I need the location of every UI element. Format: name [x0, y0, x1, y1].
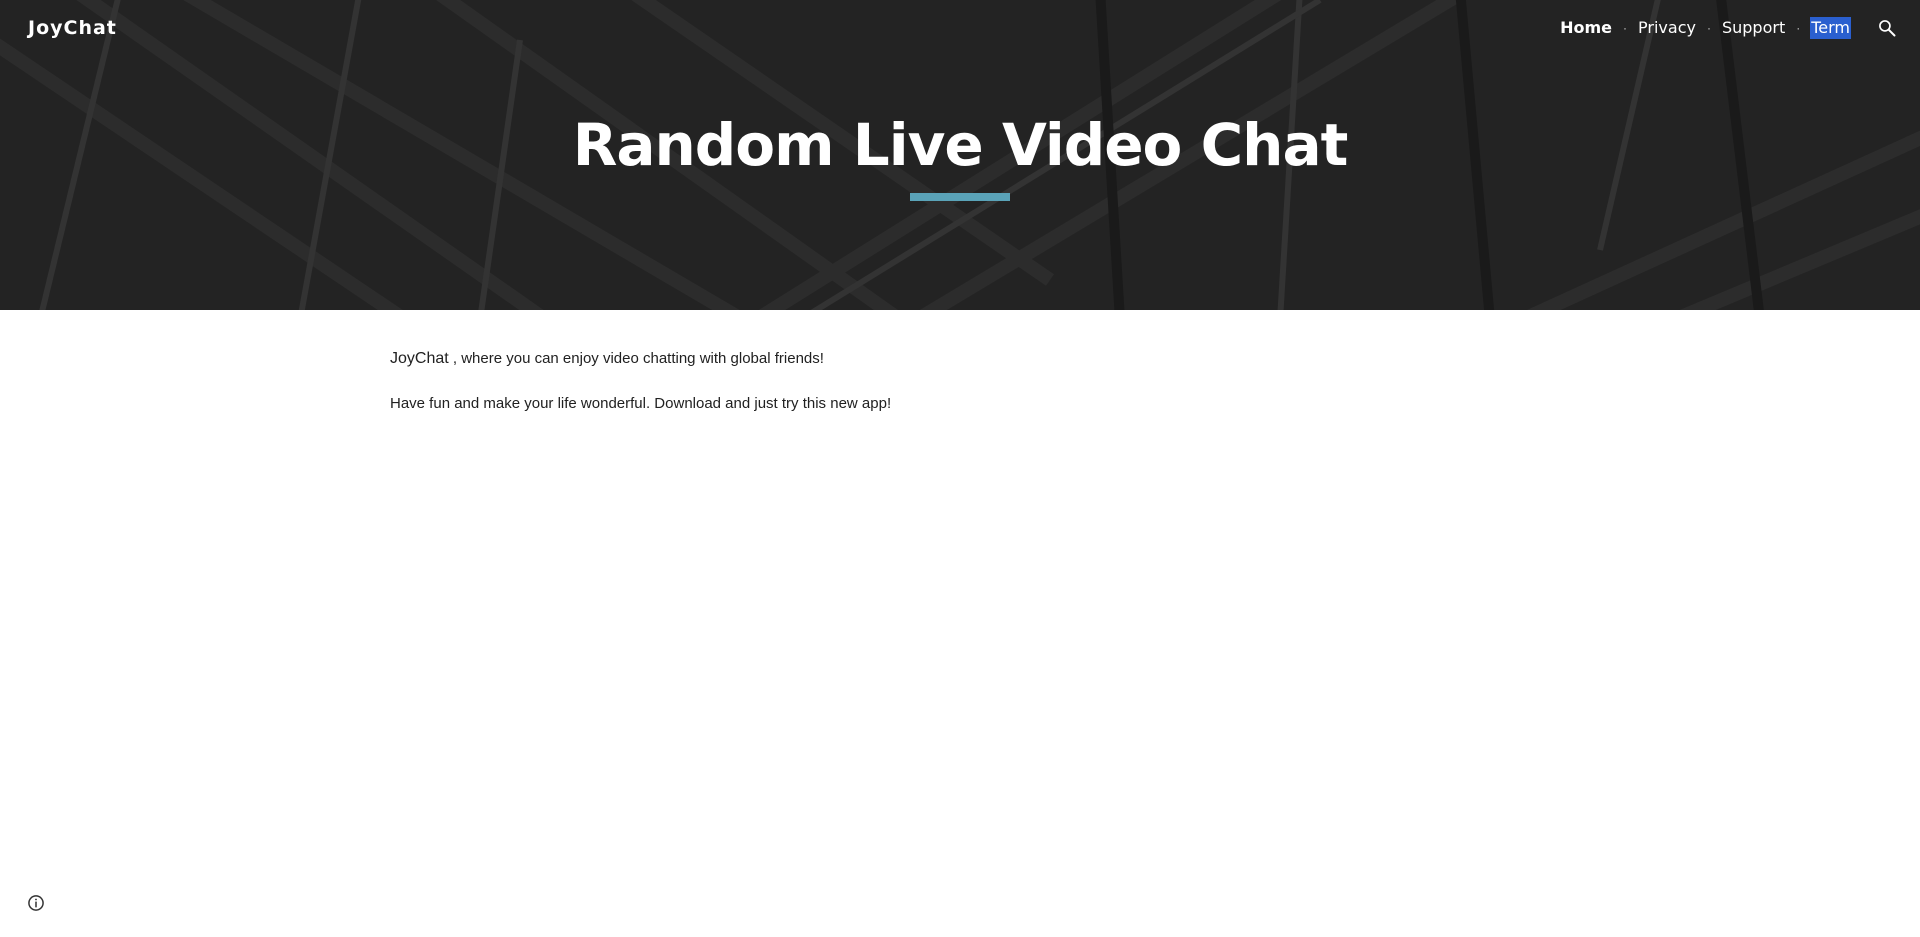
nav-privacy[interactable]: Privacy	[1637, 17, 1697, 39]
main-content: JoyChat , where you can enjoy video chat…	[390, 348, 1530, 415]
nav-separator: ·	[1623, 21, 1628, 35]
site-info-button[interactable]	[26, 893, 46, 913]
site-brand-link[interactable]: JoyChat	[28, 14, 117, 42]
page-title: Random Live Video Chat	[572, 111, 1349, 179]
nav-separator: ·	[1796, 21, 1801, 35]
top-navigation: Home · Privacy · Support · Term	[1559, 14, 1898, 42]
intro-brand-text: JoyChat	[390, 350, 449, 367]
hero-header: JoyChat Home · Privacy · Support · Term …	[0, 0, 1920, 310]
intro-text: , where you can enjoy video chatting wit…	[448, 350, 824, 367]
search-button[interactable]	[1876, 17, 1898, 39]
cta-paragraph: Have fun and make your life wonderful. D…	[390, 395, 892, 412]
nav-term[interactable]: Term	[1810, 17, 1851, 39]
search-icon	[1879, 20, 1896, 37]
nav-support[interactable]: Support	[1721, 17, 1786, 39]
nav-home[interactable]: Home	[1559, 17, 1613, 39]
info-icon	[28, 895, 44, 911]
intro-paragraph: JoyChat , where you can enjoy video chat…	[390, 348, 1530, 370]
nav-separator: ·	[1706, 21, 1711, 35]
title-underline	[910, 193, 1010, 201]
